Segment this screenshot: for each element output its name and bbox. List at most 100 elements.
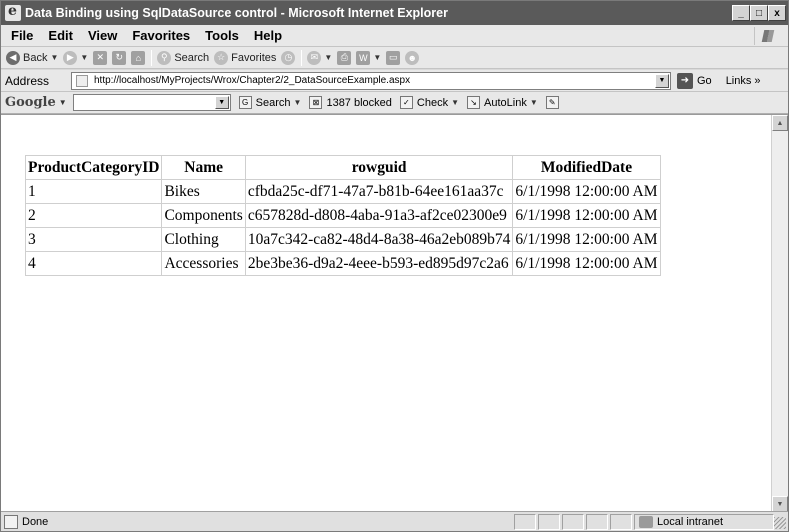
address-bar: Address http://localhost/MyProjects/Wrox… xyxy=(1,70,788,92)
media-button[interactable]: ◷ xyxy=(281,50,296,65)
google-search-dropdown-icon[interactable]: ▼ xyxy=(214,96,229,109)
address-label: Address xyxy=(5,73,50,88)
history-icon: ◷ xyxy=(281,50,296,65)
search-label: Search xyxy=(174,51,210,64)
spell-check-icon: ✓ xyxy=(399,96,413,109)
messenger-button[interactable]: ☻ xyxy=(405,50,420,65)
go-button[interactable]: ➜ Go xyxy=(677,72,712,89)
autolink-label: AutoLink xyxy=(484,96,527,109)
standard-toolbar: ◀ Back ▼ ▶ ▼ ✕ ↻ ⌂ ⚲ Search ☆ Favorites … xyxy=(1,47,788,69)
table-cell: 6/1/1998 12:00:00 AM xyxy=(512,179,661,204)
autolink-icon: ↘ xyxy=(467,96,481,109)
mail-icon: ✉ xyxy=(307,50,322,65)
stop-button[interactable]: ✕ xyxy=(93,50,108,65)
home-icon: ⌂ xyxy=(131,50,146,65)
table-cell: 2 xyxy=(24,203,163,228)
toolbar-separator xyxy=(301,49,303,66)
resize-grip-icon[interactable] xyxy=(774,517,786,529)
forward-dropdown-icon[interactable]: ▼ xyxy=(80,53,88,62)
discuss-icon: ▭ xyxy=(386,50,401,65)
status-bar: Done Local intranet xyxy=(1,511,788,531)
search-button[interactable]: ⚲ Search xyxy=(157,50,210,65)
table-cell: Accessories xyxy=(161,251,246,276)
messenger-icon: ☻ xyxy=(405,50,420,65)
close-button[interactable]: x xyxy=(768,5,786,21)
print-button[interactable]: ⎙ xyxy=(337,50,352,65)
forward-arrow-icon: ▶ xyxy=(63,50,78,65)
search-icon: ⚲ xyxy=(157,50,172,65)
address-input[interactable]: http://localhost/MyProjects/Wrox/Chapter… xyxy=(71,71,671,90)
status-panel xyxy=(586,513,608,530)
google-search-button[interactable]: G Search ▼ xyxy=(238,96,302,109)
address-dropdown-icon[interactable]: ▼ xyxy=(655,73,669,88)
table-cell: 1 xyxy=(24,179,163,204)
scroll-up-icon[interactable]: ▲ xyxy=(772,115,788,131)
highlight-button[interactable]: ✎ xyxy=(545,96,563,109)
table-row: 4 Accessories 2be3be36-d9a2-4eee-b593-ed… xyxy=(24,251,661,276)
autolink-dropdown-icon[interactable]: ▼ xyxy=(530,98,538,107)
security-zone[interactable]: Local intranet xyxy=(634,513,774,530)
back-dropdown-icon[interactable]: ▼ xyxy=(50,53,58,62)
table-cell: Bikes xyxy=(161,179,246,204)
google-menu-dropdown-icon[interactable]: ▼ xyxy=(59,98,67,107)
menu-favorites[interactable]: Favorites xyxy=(126,28,196,43)
title-bar: Data Binding using SqlDataSource control… xyxy=(1,1,788,25)
table-row: 2 Components c657828d-d808-4aba-91a3-af2… xyxy=(24,203,661,228)
column-header: ModifiedDate xyxy=(512,155,661,180)
stop-icon: ✕ xyxy=(93,50,108,65)
google-search-label: Search xyxy=(255,96,291,109)
table-cell: 6/1/1998 12:00:00 AM xyxy=(512,203,661,228)
maximize-button[interactable]: □ xyxy=(750,5,768,21)
vertical-scrollbar[interactable]: ▲ ▼ xyxy=(771,115,788,512)
back-button[interactable]: ◀ Back ▼ xyxy=(6,50,58,65)
status-panel xyxy=(514,513,536,530)
table-cell: Clothing xyxy=(161,227,246,252)
popup-blocked-icon: ⊠ xyxy=(309,96,323,109)
menu-bar: File Edit View Favorites Tools Help xyxy=(1,25,788,47)
menu-edit[interactable]: Edit xyxy=(42,28,79,43)
menu-tools[interactable]: Tools xyxy=(199,28,245,43)
minimize-button[interactable]: _ xyxy=(732,5,750,21)
table-cell: 2be3be36-d9a2-4eee-b593-ed895d97c2a6 xyxy=(244,251,514,276)
edit-button[interactable]: W ▼ xyxy=(356,50,381,65)
menu-file[interactable]: File xyxy=(5,28,39,43)
zone-label: Local intranet xyxy=(657,515,724,528)
autolink-button[interactable]: ↘ AutoLink ▼ xyxy=(467,96,538,109)
mail-button[interactable]: ✉ ▼ xyxy=(307,50,332,65)
spell-check-button[interactable]: ✓ Check ▼ xyxy=(399,96,459,109)
home-button[interactable]: ⌂ xyxy=(131,50,146,65)
intranet-icon xyxy=(639,515,653,528)
table-cell: 6/1/1998 12:00:00 AM xyxy=(512,227,661,252)
google-search-input[interactable]: ▼ xyxy=(72,94,231,111)
table-cell: cfbda25c-df71-47a7-b81b-64ee161aa37c xyxy=(244,179,514,204)
print-icon: ⎙ xyxy=(337,50,352,65)
menu-view[interactable]: View xyxy=(82,28,123,43)
forward-button[interactable]: ▶ ▼ xyxy=(63,50,88,65)
windows-logo-icon xyxy=(754,27,780,45)
google-logo[interactable]: Google xyxy=(5,95,56,110)
scroll-down-icon[interactable]: ▼ xyxy=(772,496,788,512)
window-controls: _ □ x xyxy=(732,5,786,21)
edit-dropdown-icon[interactable]: ▼ xyxy=(373,53,381,62)
star-icon: ☆ xyxy=(214,50,229,65)
window-title: Data Binding using SqlDataSource control… xyxy=(25,6,448,20)
links-button[interactable]: Links » xyxy=(726,75,761,87)
discuss-button[interactable]: ▭ xyxy=(386,50,401,65)
status-text: Done xyxy=(22,515,49,528)
mail-dropdown-icon[interactable]: ▼ xyxy=(324,53,332,62)
back-arrow-icon: ◀ xyxy=(6,50,20,65)
status-panel xyxy=(562,513,584,530)
table-cell: 3 xyxy=(24,227,163,252)
google-search-options-icon[interactable]: ▼ xyxy=(294,98,302,107)
menu-help[interactable]: Help xyxy=(248,28,288,43)
favorites-button[interactable]: ☆ Favorites xyxy=(214,50,276,65)
google-g-icon: G xyxy=(238,96,252,109)
column-header: ProductCategoryID xyxy=(24,155,163,180)
table-cell: 10a7c342-ca82-48d4-8a38-46a2eb089b74 xyxy=(244,227,514,252)
refresh-button[interactable]: ↻ xyxy=(112,50,127,65)
spell-check-label: Check xyxy=(416,96,449,109)
column-header: Name xyxy=(161,155,246,180)
popup-blocked-count: 1387 blocked xyxy=(326,96,392,109)
popup-blocker-button[interactable]: ⊠ 1387 blocked xyxy=(309,96,392,109)
spell-check-dropdown-icon[interactable]: ▼ xyxy=(451,98,459,107)
